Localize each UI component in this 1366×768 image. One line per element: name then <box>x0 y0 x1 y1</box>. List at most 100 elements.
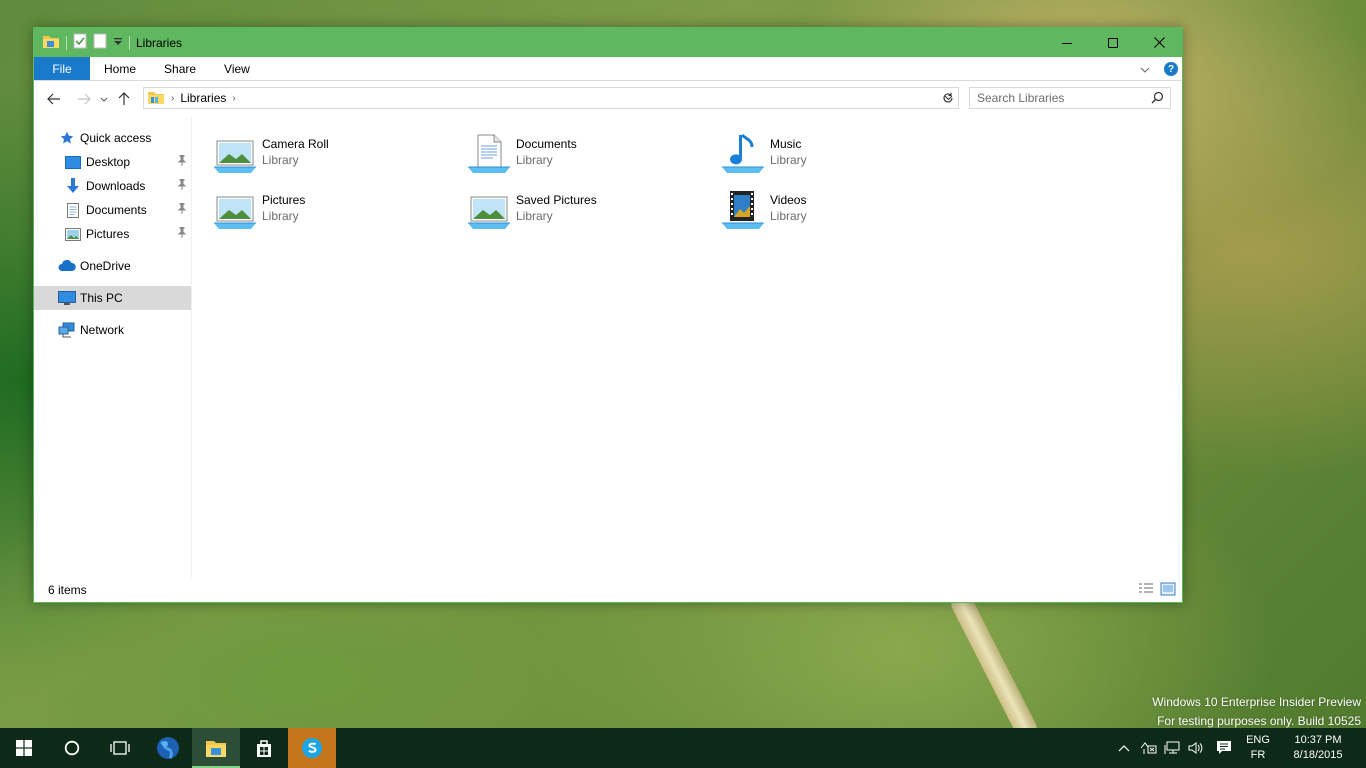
keyboard-layout: FR <box>1250 749 1266 761</box>
libraries-icon <box>147 89 165 108</box>
network-icon <box>58 322 76 338</box>
address-row: › Libraries › Search Libraries <box>34 81 1182 117</box>
clock-time: 10:37 PM <box>1294 734 1342 746</box>
library-type: Library <box>516 153 553 167</box>
recent-locations-button[interactable] <box>96 87 112 111</box>
nav-label: This PC <box>80 291 123 305</box>
ribbon-tabs: File Home Share View ? <box>34 57 1182 81</box>
library-name: Saved Pictures <box>516 193 597 207</box>
system-tray: ENG FR 10:37 PM 8/18/2015 <box>1112 728 1366 768</box>
input-indicator-button[interactable] <box>1136 728 1160 768</box>
nav-item-quick-access[interactable]: Quick access <box>34 126 191 150</box>
nav-item-this-pc[interactable]: This PC <box>34 286 191 310</box>
large-icons-view-icon <box>1160 582 1176 596</box>
back-button[interactable] <box>42 87 66 111</box>
minimize-button[interactable] <box>1044 28 1090 57</box>
nav-item-desktop[interactable]: Desktop <box>34 150 191 174</box>
toolbar-separator <box>66 35 67 50</box>
taskbar-skype-button[interactable] <box>288 728 336 768</box>
customize-toolbar-icon[interactable] <box>113 36 123 50</box>
nav-label: Desktop <box>86 155 131 169</box>
star-icon <box>58 130 76 146</box>
nav-item-documents[interactable]: Documents <box>34 198 191 222</box>
task-view-button[interactable] <box>96 728 144 768</box>
library-picture-icon <box>466 187 514 235</box>
nav-item-pictures[interactable]: Pictures <box>34 222 191 246</box>
nav-item-downloads[interactable]: Downloads <box>34 174 191 198</box>
new-folder-icon[interactable] <box>93 33 107 52</box>
maximize-button[interactable] <box>1090 28 1136 57</box>
library-item-music[interactable]: Music Library <box>720 131 970 181</box>
tab-view[interactable]: View <box>210 57 264 80</box>
nav-label: Downloads <box>86 179 146 193</box>
tab-home[interactable]: Home <box>90 57 150 80</box>
show-hidden-icons-button[interactable] <box>1112 728 1136 768</box>
help-button[interactable]: ? <box>1164 62 1178 76</box>
library-item-camera-roll[interactable]: Camera Roll Library <box>212 131 462 181</box>
library-document-icon <box>466 131 514 179</box>
ribbon-right-controls: ? <box>1140 57 1178 81</box>
library-video-icon <box>720 187 768 235</box>
library-item-documents[interactable]: Documents Library <box>466 131 716 181</box>
expand-ribbon-button[interactable] <box>1140 62 1150 76</box>
network-status-button[interactable] <box>1160 728 1184 768</box>
library-name: Music <box>770 137 802 151</box>
chevron-down-icon <box>100 97 108 102</box>
details-view-button[interactable] <box>1138 582 1154 599</box>
document-icon <box>64 202 82 218</box>
pin-icon[interactable] <box>177 226 187 241</box>
watermark-line-1: Windows 10 Enterprise Insider Preview <box>1152 695 1361 709</box>
search-icon[interactable] <box>1151 91 1164 107</box>
library-item-saved-pictures[interactable]: Saved Pictures Library <box>466 187 716 237</box>
close-button[interactable] <box>1136 28 1182 57</box>
forward-button[interactable] <box>72 87 96 111</box>
library-music-icon <box>720 131 768 179</box>
pin-icon[interactable] <box>177 178 187 193</box>
language-indicator[interactable]: ENG FR <box>1240 733 1276 763</box>
up-button[interactable] <box>112 87 136 111</box>
refresh-button[interactable] <box>937 87 959 109</box>
download-arrow-icon <box>64 178 82 194</box>
library-item-videos[interactable]: Videos Library <box>720 187 970 237</box>
wallpaper-grass-stem <box>948 590 1041 743</box>
taskbar-store-button[interactable] <box>240 728 288 768</box>
store-bag-icon <box>257 740 271 757</box>
tab-file[interactable]: File <box>34 57 90 80</box>
cortana-search-button[interactable] <box>48 728 96 768</box>
pin-icon[interactable] <box>177 202 187 217</box>
touch-keyboard-icon <box>1140 742 1157 754</box>
nav-label: Quick access <box>80 131 152 145</box>
chevron-up-icon <box>1118 745 1130 752</box>
notification-icon <box>1217 741 1231 754</box>
start-button[interactable] <box>0 728 48 768</box>
item-count: 6 items <box>48 583 87 597</box>
nav-item-onedrive[interactable]: OneDrive <box>34 254 191 278</box>
pin-icon[interactable] <box>177 154 187 169</box>
nav-label: Documents <box>86 203 147 217</box>
taskbar-file-explorer-button[interactable] <box>192 728 240 768</box>
breadcrumb-chevron-icon[interactable]: › <box>171 93 174 104</box>
large-icons-view-button[interactable] <box>1160 582 1176 599</box>
volume-button[interactable] <box>1184 728 1208 768</box>
taskbar-browser-button[interactable] <box>144 728 192 768</box>
clock[interactable]: 10:37 PM 8/18/2015 <box>1282 733 1354 763</box>
windows-logo-icon <box>16 740 32 756</box>
library-type: Library <box>262 209 299 223</box>
nav-item-network[interactable]: Network <box>34 318 191 342</box>
breadcrumb-libraries[interactable]: Libraries <box>180 91 226 105</box>
speaker-icon <box>1188 742 1203 754</box>
search-input[interactable]: Search Libraries <box>969 87 1171 109</box>
library-item-pictures[interactable]: Pictures Library <box>212 187 462 237</box>
breadcrumb-chevron-icon[interactable]: › <box>232 93 235 104</box>
title-bar[interactable]: Libraries <box>34 28 1182 57</box>
search-placeholder: Search Libraries <box>977 91 1065 105</box>
properties-icon[interactable] <box>73 33 87 52</box>
explorer-body: Quick access Desktop Downloads Documents… <box>34 117 1182 578</box>
action-center-button[interactable] <box>1208 728 1240 768</box>
arrow-up-icon <box>118 92 130 105</box>
address-bar[interactable]: › Libraries › <box>143 87 959 109</box>
tab-share[interactable]: Share <box>150 57 210 80</box>
file-explorer-window: Libraries File Home Share View ? › Libra… <box>33 27 1183 603</box>
library-type: Library <box>770 153 807 167</box>
